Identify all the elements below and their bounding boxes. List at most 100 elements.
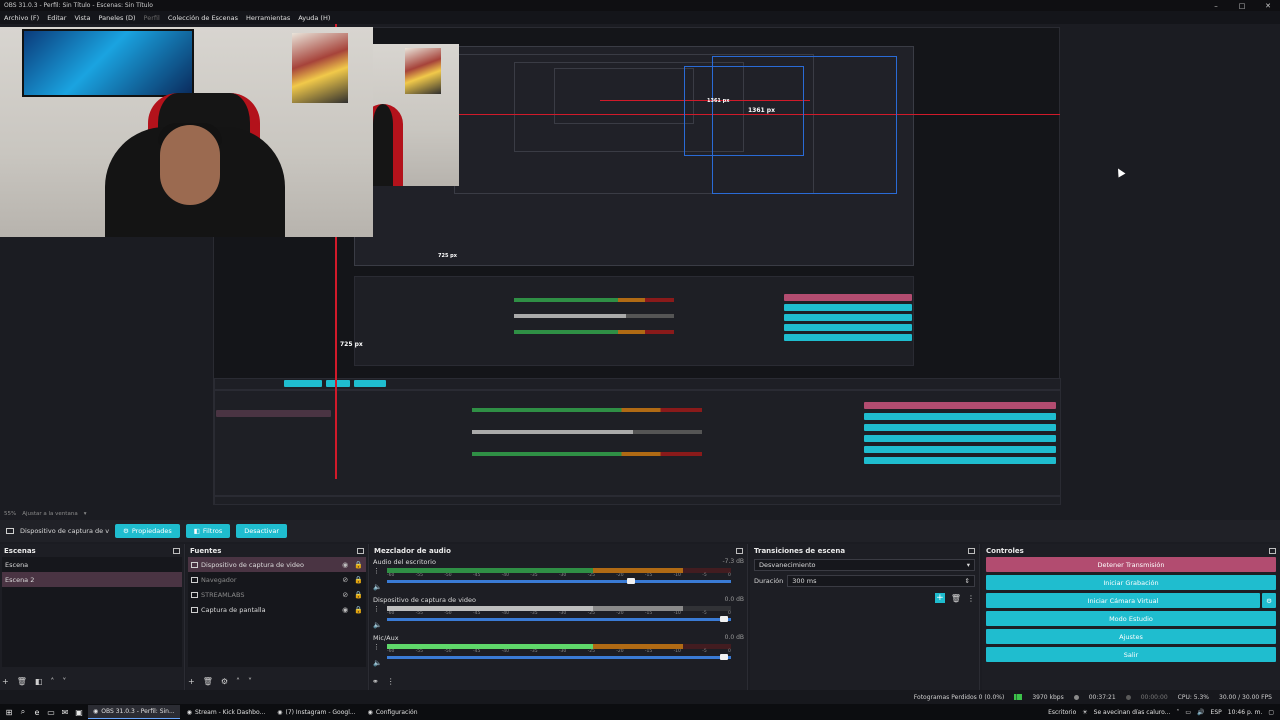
webcam-feed[interactable] (0, 27, 373, 237)
clock[interactable]: 10:46 p. m. (1228, 709, 1263, 716)
speaker-icon[interactable]: 🔈 (373, 621, 382, 629)
duration-input[interactable]: 300 ms ⇕ (787, 575, 975, 587)
scene-item[interactable]: Escena 2 (2, 572, 182, 587)
menu-item[interactable]: Editar (47, 14, 66, 22)
taskbar-app[interactable]: ◉ OBS 31.0.3 - Perfil: Sin... (88, 705, 180, 719)
edge-browser-icon[interactable]: e (32, 707, 42, 717)
eye-icon[interactable]: ◉ (342, 561, 348, 569)
undock-icon[interactable] (968, 547, 975, 554)
eye-hidden-icon[interactable]: ⊘ (342, 591, 348, 599)
menu-dots-icon[interactable]: ⋮ (373, 643, 380, 651)
speaker-icon[interactable]: 🔈 (373, 583, 382, 591)
mail-icon[interactable]: ✉ (60, 707, 70, 717)
lock-icon[interactable]: 🔒 (354, 576, 363, 584)
trash-icon[interactable]: 🗑 (951, 594, 961, 603)
arrow-up-icon[interactable]: ˄ (236, 677, 240, 686)
properties-button[interactable]: ⚙ Propiedades (115, 524, 180, 538)
arrow-down-icon[interactable]: ˅ (62, 677, 66, 686)
menu-item[interactable]: Ayuda (H) (298, 14, 330, 22)
menu-dots-icon[interactable]: ⋮ (373, 567, 380, 575)
nested-teal-button (784, 324, 912, 331)
volume-knob[interactable] (626, 578, 635, 584)
source-item[interactable]: Captura de pantalla ◉ 🔒 (188, 602, 366, 617)
control-button[interactable]: Detener Transmisión (986, 557, 1276, 572)
eye-icon[interactable]: ◉ (342, 606, 348, 614)
arrow-down-icon[interactable]: ˅ (248, 677, 252, 686)
weather-notification[interactable]: Se avecinan días caluro... (1094, 709, 1171, 716)
taskbar-app[interactable]: ◉ (7) Instagram - Googl... (272, 705, 360, 719)
control-button[interactable]: Salir (986, 647, 1276, 662)
add-transition-button[interactable]: + (934, 593, 945, 603)
menu-dots-icon[interactable]: ⋮ (967, 594, 975, 603)
volume-icon[interactable]: 🔊 (1197, 709, 1204, 716)
deactivate-button[interactable]: Desactivar (236, 524, 288, 538)
minimize-icon[interactable]: – (1212, 2, 1220, 10)
volume-knob[interactable] (719, 616, 728, 622)
file-explorer-icon[interactable]: ▭ (46, 707, 56, 717)
meter-tick: -35 (530, 573, 538, 578)
windows-start-icon[interactable]: ⊞ (4, 707, 14, 717)
chevron-down-icon[interactable]: ▾ (84, 511, 87, 517)
volume-slider[interactable] (387, 654, 731, 660)
lock-icon[interactable]: 🔒 (354, 561, 363, 569)
preview-area[interactable]: 1361 px 1361 px 725 px 725 px (0, 24, 1280, 508)
gear-icon[interactable]: ⚙ (221, 677, 228, 686)
menu-item[interactable]: Paneles (D) (98, 14, 135, 22)
search-icon[interactable]: ⌕ (18, 707, 28, 717)
webcam-feed-nested (373, 44, 459, 186)
close-icon[interactable]: ✕ (1264, 2, 1272, 10)
source-item[interactable]: STREAMLABS ⊘ 🔒 (188, 587, 366, 602)
undock-icon[interactable] (736, 547, 743, 554)
control-button[interactable]: Ajustes (986, 629, 1276, 644)
notification-icon[interactable]: ▢ (1268, 709, 1274, 716)
speaker-icon[interactable]: 🔈 (373, 659, 382, 667)
undock-icon[interactable] (173, 547, 180, 554)
meter-tick: -25 (587, 649, 595, 654)
meter-tick: -35 (530, 611, 538, 616)
link-icon[interactable]: ⚭ (372, 677, 379, 686)
menu-dots-icon[interactable]: ⋮ (373, 605, 380, 613)
maximize-icon[interactable]: □ (1238, 2, 1246, 10)
menu-item[interactable]: Colección de Escenas (168, 14, 238, 22)
trash-icon[interactable]: 🗑 (203, 677, 213, 686)
menu-item[interactable]: Vista (74, 14, 90, 22)
menu-item[interactable]: Herramientas (246, 14, 290, 22)
menu-dots-icon[interactable]: ⋮ (387, 677, 395, 686)
control-button[interactable]: Iniciar Grabación (986, 575, 1276, 590)
control-button[interactable]: Modo Estudio (986, 611, 1276, 626)
meter-tick: -40 (501, 611, 509, 616)
volume-slider[interactable] (387, 616, 731, 622)
add-icon[interactable]: + (188, 677, 195, 686)
zoom-mode[interactable]: Ajustar a la ventana (22, 511, 77, 517)
filter-icon[interactable]: ◧ (35, 677, 43, 686)
desktop-label[interactable]: Escritorio (1048, 709, 1076, 716)
virtual-camera-settings-icon[interactable]: ⚙ (1262, 593, 1276, 608)
add-icon[interactable]: + (2, 677, 9, 686)
volume-slider[interactable] (387, 578, 731, 584)
lock-icon[interactable]: 🔒 (354, 591, 363, 599)
scene-item[interactable]: Escena (2, 557, 182, 572)
undock-icon[interactable] (1269, 547, 1276, 554)
source-item[interactable]: Navegador ⊘ 🔒 (188, 572, 366, 587)
network-icon[interactable]: ▭ (1185, 709, 1191, 716)
tray-chevron-icon[interactable]: ˄ (1176, 709, 1179, 716)
filters-button[interactable]: ◧ Filtros (185, 524, 231, 538)
spin-arrows-icon[interactable]: ⇕ (965, 577, 970, 585)
source-item[interactable]: Dispositivo de captura de video ◉ 🔒 (188, 557, 366, 572)
zoom-indicator[interactable]: 55% Ajustar a la ventana ▾ (4, 511, 86, 517)
meter-tick: -55 (415, 573, 424, 578)
control-button[interactable]: Iniciar Cámara Virtual (986, 593, 1260, 608)
taskbar-app[interactable]: ◉ Configuración (363, 705, 423, 719)
language-indicator[interactable]: ESP (1211, 709, 1222, 716)
lock-icon[interactable]: 🔒 (354, 606, 363, 614)
menu-item[interactable]: Archivo (F) (4, 14, 39, 22)
trash-icon[interactable]: 🗑 (17, 677, 27, 686)
volume-knob[interactable] (719, 654, 728, 660)
store-icon[interactable]: ▣ (74, 707, 84, 717)
taskbar-app[interactable]: ◉ Stream - Kick Dashbo... (182, 705, 271, 719)
undock-icon[interactable] (357, 547, 364, 554)
transition-select[interactable]: Desvanecimiento ▾ (754, 559, 975, 571)
meter-tick: -55 (415, 649, 424, 654)
eye-hidden-icon[interactable]: ⊘ (342, 576, 348, 584)
arrow-up-icon[interactable]: ˄ (50, 677, 54, 686)
